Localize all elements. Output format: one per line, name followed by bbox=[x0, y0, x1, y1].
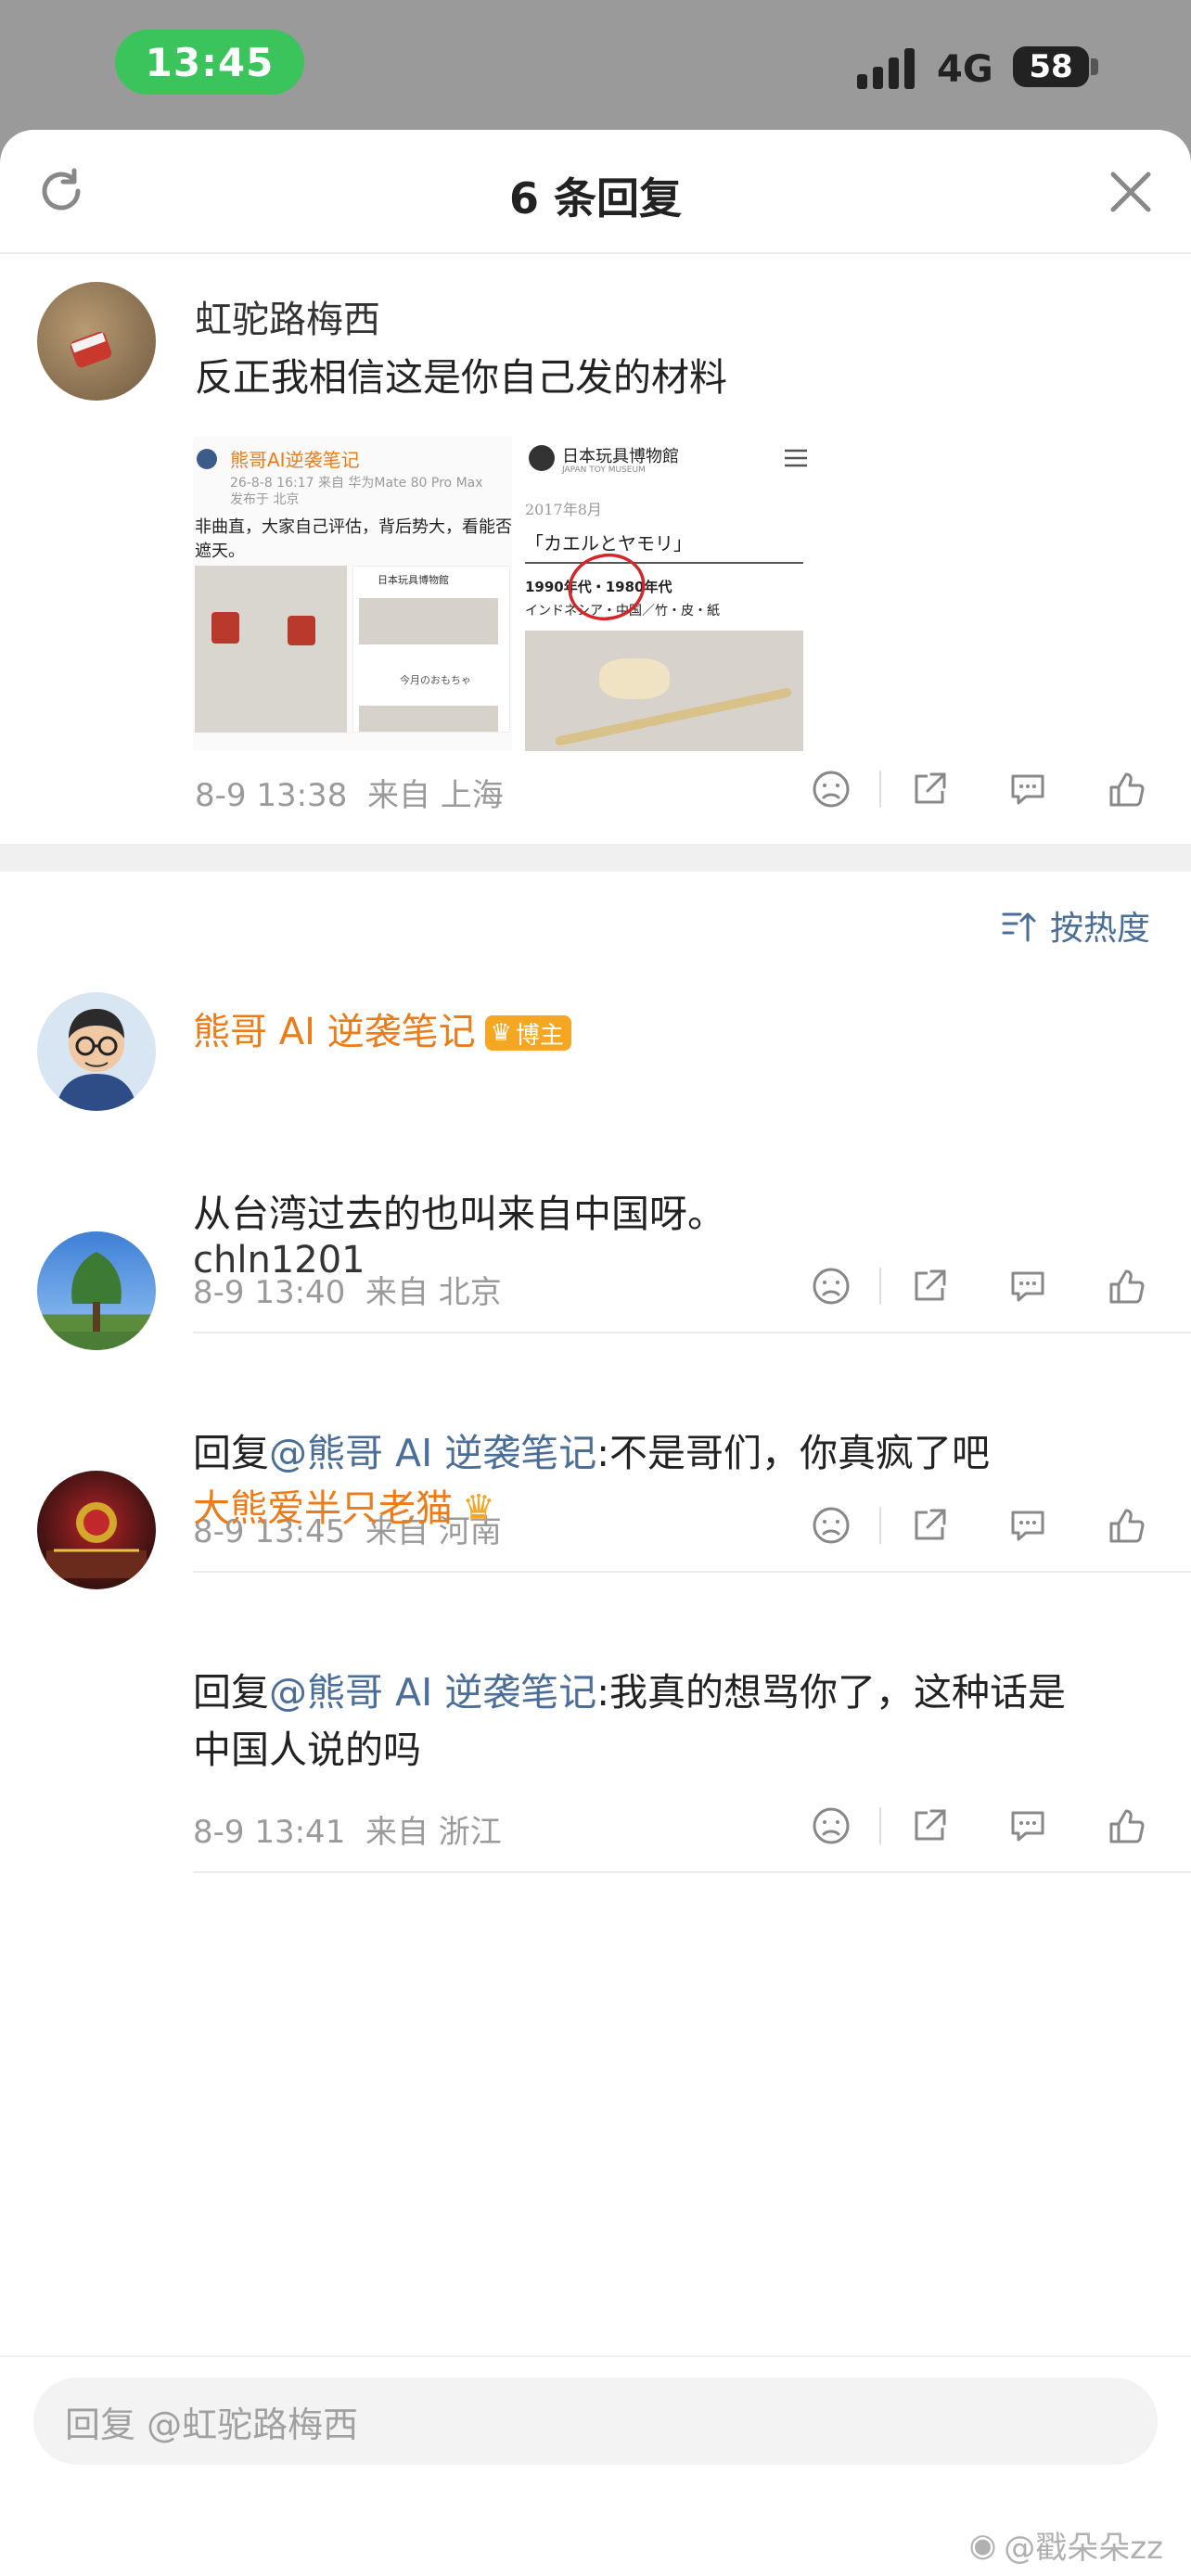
section-divider bbox=[0, 844, 1191, 872]
close-icon[interactable] bbox=[1102, 163, 1159, 221]
image-posted-from: 发布于 北京 bbox=[230, 492, 300, 507]
watermark: ◉ @戳朵朵zz bbox=[969, 2522, 1163, 2568]
author-badge-label: 博主 bbox=[515, 1021, 564, 1050]
action-divider bbox=[879, 1507, 881, 1544]
author-badge: ♛ 博主 bbox=[484, 1015, 571, 1051]
status-bar: 13:45 4G 58 bbox=[0, 0, 1191, 130]
avatar[interactable] bbox=[37, 1231, 156, 1350]
share-icon[interactable] bbox=[902, 1498, 957, 1553]
row-divider bbox=[193, 1871, 1191, 1873]
reply-text: 从台湾过去的也叫来自中国呀。 bbox=[193, 1192, 725, 1236]
mention-link[interactable]: @熊哥 AI 逆袭笔记 bbox=[269, 1670, 596, 1715]
reply-author-name: 熊哥 AI 逆袭笔记 bbox=[193, 1011, 476, 1053]
reply-location: 来自 北京 bbox=[365, 1274, 502, 1311]
image-body-text: 非曲直，大家自己评估，背后势大，看能否 bbox=[195, 517, 512, 537]
comment-icon[interactable] bbox=[1000, 1798, 1056, 1854]
reply-author[interactable]: 熊哥 AI 逆袭笔记 ♛ 博主 bbox=[193, 1001, 571, 1055]
action-divider bbox=[879, 771, 881, 808]
image-body-text: 遮天。 bbox=[195, 542, 245, 561]
share-icon[interactable] bbox=[902, 1798, 957, 1854]
museum-name: 日本玩具博物館 bbox=[378, 574, 449, 586]
reply-actions bbox=[803, 1498, 1154, 1553]
menu-icon bbox=[785, 449, 807, 467]
dislike-icon[interactable] bbox=[803, 1798, 859, 1854]
museum-sub: JAPAN TOY MUSEUM bbox=[562, 465, 646, 475]
signal-icon bbox=[857, 46, 922, 89]
input-divider bbox=[0, 2355, 1191, 2357]
reply-author-name: 大熊爱半只老猫 bbox=[193, 1487, 453, 1530]
weibo-icon: ◉ bbox=[968, 2526, 997, 2564]
toy-photo bbox=[195, 566, 347, 733]
like-icon[interactable] bbox=[1098, 1798, 1154, 1854]
reply-prefix: 回复 bbox=[193, 1670, 269, 1715]
comment-location: 来自 上海 bbox=[366, 777, 504, 814]
share-icon[interactable] bbox=[902, 761, 957, 817]
reply-input[interactable]: 回复 @虹驼路梅西 bbox=[33, 2378, 1158, 2465]
dislike-icon[interactable] bbox=[803, 1258, 859, 1314]
sort-button[interactable]: 按热度 bbox=[1000, 901, 1150, 950]
avatar[interactable] bbox=[37, 282, 156, 401]
status-time: 13:45 bbox=[115, 30, 304, 95]
comment-time: 8-9 13:38 来自 上海 bbox=[195, 770, 504, 815]
action-divider bbox=[879, 1807, 881, 1844]
reply-author[interactable]: chln1201 bbox=[193, 1239, 365, 1282]
reply-body: :不是哥们，你真疯了吧 bbox=[596, 1431, 991, 1475]
crown-icon: ♛ bbox=[490, 1019, 512, 1047]
comment-actions bbox=[803, 761, 1154, 817]
avatar[interactable] bbox=[37, 992, 156, 1111]
dislike-icon[interactable] bbox=[803, 1498, 859, 1553]
reply-time: 8-9 13:41 来自 浙江 bbox=[193, 1806, 502, 1852]
sort-icon bbox=[1002, 912, 1036, 942]
toy-photo bbox=[525, 631, 803, 751]
share-icon[interactable] bbox=[902, 1258, 957, 1314]
battery-tip bbox=[1091, 58, 1098, 75]
reply-prefix: 回复 bbox=[193, 1431, 269, 1475]
row-divider bbox=[193, 1571, 1191, 1573]
avatar[interactable] bbox=[37, 1471, 156, 1589]
comment-icon[interactable] bbox=[1000, 1258, 1056, 1314]
vip-crown-icon: ♛ bbox=[462, 1487, 495, 1530]
avatar bbox=[197, 449, 217, 469]
comment-image[interactable]: 日本玩具博物館 JAPAN TOY MUSEUM 2017年8月 「カエルとヤモ… bbox=[523, 436, 833, 751]
reply-location: 来自 浙江 bbox=[365, 1814, 502, 1851]
action-divider bbox=[879, 1268, 881, 1305]
museum-name: 日本玩具博物館 bbox=[562, 447, 679, 466]
like-icon[interactable] bbox=[1098, 1258, 1154, 1314]
red-circle-annotation bbox=[568, 553, 646, 621]
mention-link[interactable]: @熊哥 AI 逆袭笔记 bbox=[269, 1431, 596, 1475]
comment-date: 8-9 13:38 bbox=[195, 777, 348, 814]
reply-actions bbox=[803, 1798, 1154, 1854]
comment-author[interactable]: 虹驼路梅西 bbox=[195, 289, 380, 343]
replies-sheet: 6 条回复 虹驼路梅西 反正我相信这是你自己发的材料 熊哥AI逆袭笔记 26-8… bbox=[0, 130, 1191, 2576]
comment-text: 反正我相信这是你自己发的材料 bbox=[195, 355, 727, 400]
image-post-meta: 26-8-8 16:17 来自 华为Mate 80 Pro Max bbox=[230, 476, 483, 491]
battery-icon: 58 bbox=[1013, 46, 1089, 87]
museum-date: 2017年8月 bbox=[525, 501, 602, 518]
comment-icon[interactable] bbox=[1000, 761, 1056, 817]
comment-image[interactable]: 熊哥AI逆袭笔记 26-8-8 16:17 来自 华为Mate 80 Pro M… bbox=[193, 436, 512, 751]
watermark-text: @戳朵朵zz bbox=[1004, 2530, 1163, 2567]
like-icon[interactable] bbox=[1098, 1498, 1154, 1553]
comment-icon[interactable] bbox=[1000, 1498, 1056, 1553]
sheet-title: 6 条回复 bbox=[508, 173, 683, 223]
reply-actions bbox=[803, 1258, 1154, 1314]
comment-images: 熊哥AI逆袭笔记 26-8-8 16:17 来自 华为Mate 80 Pro M… bbox=[193, 436, 833, 751]
dislike-icon[interactable] bbox=[803, 761, 859, 817]
museum-screenshot: 日本玩具博物館 今月のおもちゃ bbox=[352, 566, 510, 733]
reply-text: 回复@熊哥 AI 逆袭笔记:不是哥们，你真疯了吧 bbox=[193, 1424, 990, 1482]
reply-body: :我真的想骂你了，这种话是 bbox=[596, 1670, 1067, 1715]
reply-author[interactable]: 大熊爱半只老猫 ♛ bbox=[193, 1478, 495, 1532]
sort-label: 按热度 bbox=[1049, 910, 1150, 948]
like-icon[interactable] bbox=[1098, 761, 1154, 817]
network-type: 4G bbox=[937, 48, 993, 91]
museum-logo-icon bbox=[529, 445, 555, 471]
reply-date: 8-9 13:41 bbox=[193, 1814, 346, 1851]
reply-body: 中国人说的吗 bbox=[193, 1728, 421, 1772]
image-account-name: 熊哥AI逆袭笔记 bbox=[230, 449, 360, 471]
reply-text: 回复@熊哥 AI 逆袭笔记:我真的想骂你了，这种话是 中国人说的吗 bbox=[193, 1664, 1158, 1779]
row-divider bbox=[193, 1332, 1191, 1333]
sheet-header: 6 条回复 bbox=[0, 130, 1191, 254]
museum-caption: 今月のおもちゃ bbox=[400, 674, 471, 686]
